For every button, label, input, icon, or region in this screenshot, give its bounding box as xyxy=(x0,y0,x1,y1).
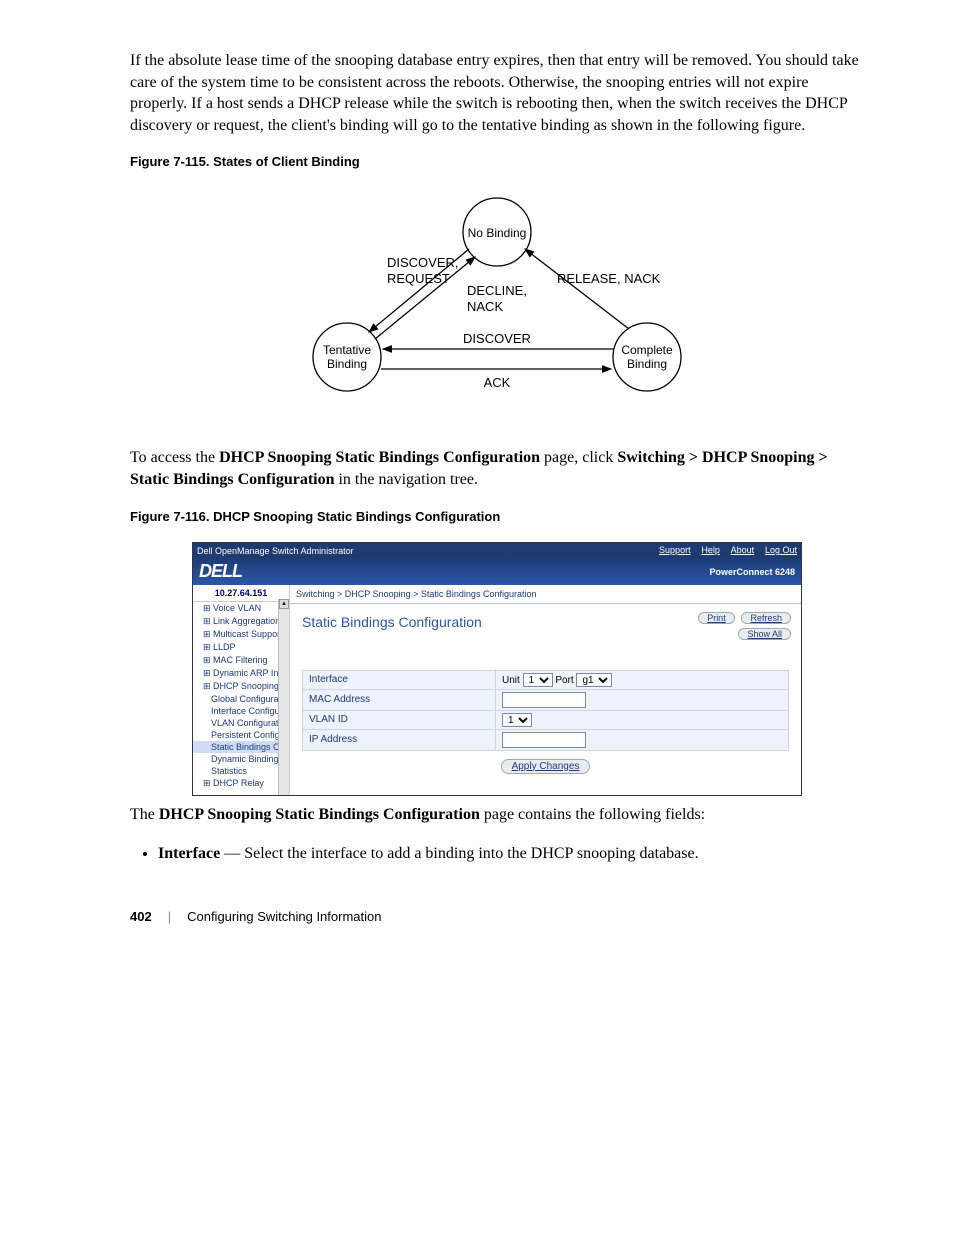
node-no-binding: No Binding xyxy=(468,226,527,240)
nav-item-5[interactable]: ⊞ Dynamic ARP Inspe xyxy=(193,667,289,680)
field-list: Interface — Select the interface to add … xyxy=(158,843,864,865)
nav-item-13[interactable]: Statistics xyxy=(193,765,289,777)
vlan-select[interactable]: 1 xyxy=(502,713,532,727)
page-number: 402 xyxy=(130,909,152,924)
showall-button[interactable]: Show All xyxy=(738,628,791,640)
page: If the absolute lease time of the snoopi… xyxy=(0,0,954,964)
port-select[interactable]: g1 xyxy=(576,673,612,687)
nav-item-6[interactable]: ⊞ DHCP Snooping xyxy=(193,680,289,693)
logo-row: DELL PowerConnect 6248 xyxy=(193,559,801,585)
unit-select[interactable]: 1 xyxy=(523,673,553,687)
label-ip: IP Address xyxy=(303,729,496,750)
footer-title: Configuring Switching Information xyxy=(187,909,381,924)
apply-button[interactable]: Apply Changes xyxy=(501,759,591,774)
link-help[interactable]: Help xyxy=(701,545,720,555)
link-support[interactable]: Support xyxy=(659,545,691,555)
figure-116-caption: Figure 7-116. DHCP Snooping Static Bindi… xyxy=(130,509,864,524)
refresh-button[interactable]: Refresh xyxy=(741,612,791,624)
label-ack: ACK xyxy=(484,375,511,390)
nav-item-0[interactable]: ⊞ Voice VLAN xyxy=(193,602,289,615)
label-release: RELEASE, NACK xyxy=(557,271,661,286)
label-vlan: VLAN ID xyxy=(303,710,496,729)
window-titlebar: Dell OpenManage Switch Administrator Sup… xyxy=(193,543,801,559)
node-complete-1: Complete xyxy=(621,343,673,357)
ip-input[interactable] xyxy=(502,732,586,748)
nav-item-14[interactable]: ⊞ DHCP Relay xyxy=(193,777,289,790)
state-diagram: No Binding Tentative Binding Complete Bi… xyxy=(130,187,864,417)
nav-ip: 10.27.64.151 xyxy=(193,585,289,602)
nav-item-7[interactable]: Global Configurat xyxy=(193,693,289,705)
nav-item-3[interactable]: ⊞ LLDP xyxy=(193,641,289,654)
print-button[interactable]: Print xyxy=(698,612,735,624)
link-about[interactable]: About xyxy=(731,545,755,555)
page-footer: 402 | Configuring Switching Information xyxy=(130,909,864,924)
top-links: Support Help About Log Out xyxy=(651,545,797,556)
scroll-up-icon[interactable]: ▴ xyxy=(279,599,289,609)
nav-tree[interactable]: 10.27.64.151 ⊞ Voice VLAN⊞ Link Aggregat… xyxy=(193,585,290,795)
label-decline-1: DECLINE, xyxy=(467,283,527,298)
config-form: Interface Unit 1 Port g1 MAC Address xyxy=(302,670,789,751)
fields-intro: The DHCP Snooping Static Bindings Config… xyxy=(130,804,864,826)
nav-item-12[interactable]: Dynamic Binding xyxy=(193,753,289,765)
mac-input[interactable] xyxy=(502,692,586,708)
label-mac: MAC Address xyxy=(303,689,496,710)
nav-item-8[interactable]: Interface Configu xyxy=(193,705,289,717)
field-interface: Interface — Select the interface to add … xyxy=(158,843,864,865)
label-decline-2: NACK xyxy=(467,299,503,314)
nav-instruction: To access the DHCP Snooping Static Bindi… xyxy=(130,447,864,490)
admin-screenshot: Dell OpenManage Switch Administrator Sup… xyxy=(192,542,802,796)
nav-item-11[interactable]: Static Bindings C xyxy=(193,741,289,753)
window-title: Dell OpenManage Switch Administrator xyxy=(197,546,651,556)
node-tentative-2: Binding xyxy=(327,357,367,371)
label-discover-req-2: REQUEST xyxy=(387,271,450,286)
node-complete-2: Binding xyxy=(627,357,667,371)
nav-item-2[interactable]: ⊞ Multicast Support xyxy=(193,628,289,641)
nav-item-10[interactable]: Persistent Config xyxy=(193,729,289,741)
nav-item-4[interactable]: ⊞ MAC Filtering xyxy=(193,654,289,667)
label-discover-req-1: DISCOVER, xyxy=(387,255,459,270)
label-interface: Interface xyxy=(303,670,496,689)
nav-item-9[interactable]: VLAN Configurati xyxy=(193,717,289,729)
node-tentative-1: Tentative xyxy=(323,343,371,357)
model-label: PowerConnect 6248 xyxy=(709,567,795,577)
label-discover-mid: DISCOVER xyxy=(463,331,531,346)
link-logout[interactable]: Log Out xyxy=(765,545,797,555)
breadcrumb: Switching > DHCP Snooping > Static Bindi… xyxy=(290,585,801,604)
nav-scrollbar[interactable]: ▴ xyxy=(278,599,289,795)
nav-item-1[interactable]: ⊞ Link Aggregation xyxy=(193,615,289,628)
footer-sep: | xyxy=(168,909,171,924)
dell-logo: DELL xyxy=(199,561,242,582)
intro-paragraph: If the absolute lease time of the snoopi… xyxy=(130,50,864,136)
cell-interface: Unit 1 Port g1 xyxy=(496,670,789,689)
figure-115-caption: Figure 7-115. States of Client Binding xyxy=(130,154,864,169)
